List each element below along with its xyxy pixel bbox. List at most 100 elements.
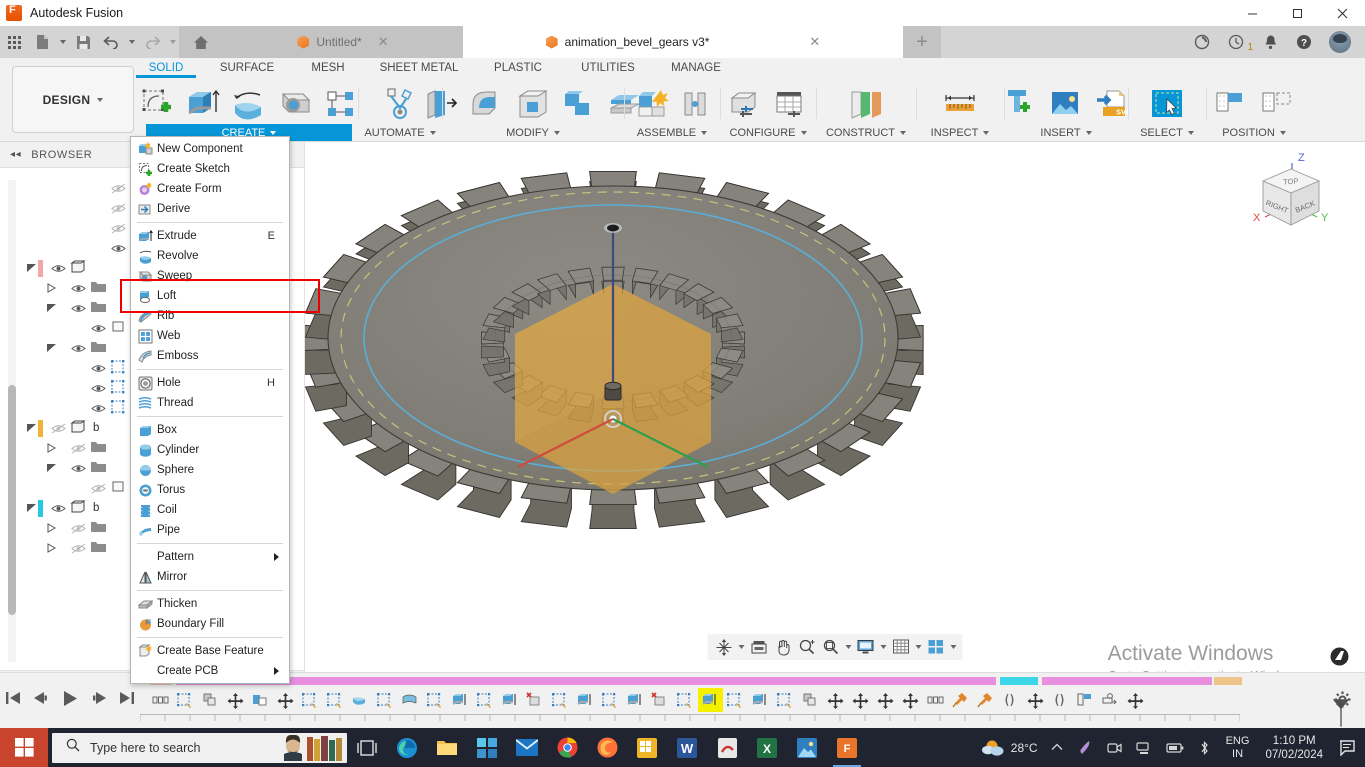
- timeline-feature[interactable]: [148, 688, 173, 712]
- timeline-feature[interactable]: [598, 688, 623, 712]
- menu-item-create-base-feature[interactable]: Create Base Feature: [131, 641, 289, 661]
- maximize-button[interactable]: [1275, 0, 1320, 26]
- timeline-feature[interactable]: [948, 688, 973, 712]
- insert-mcmaster-icon[interactable]: [999, 84, 1041, 124]
- save-icon[interactable]: [69, 26, 97, 58]
- weather-widget[interactable]: 28°C: [975, 738, 1044, 758]
- chrome-icon[interactable]: [547, 728, 587, 767]
- browser-scrollbar[interactable]: [8, 180, 16, 662]
- menu-item-create-sketch[interactable]: Create Sketch: [131, 159, 289, 179]
- firefox-icon[interactable]: [587, 728, 627, 767]
- menu-item-sphere[interactable]: Sphere: [131, 460, 289, 480]
- visibility-toggle-off[interactable]: [66, 543, 90, 554]
- timeline-settings-gear-icon[interactable]: [1334, 691, 1351, 713]
- press-pull-icon[interactable]: [420, 84, 462, 124]
- zoom-icon[interactable]: [795, 635, 819, 659]
- menu-item-box[interactable]: Box: [131, 420, 289, 440]
- sweep-icon[interactable]: [274, 84, 316, 124]
- menu-item-coil[interactable]: Coil: [131, 500, 289, 520]
- menu-item-extrude[interactable]: Extrude E: [131, 226, 289, 246]
- timeline-feature[interactable]: [748, 688, 773, 712]
- expander-down-icon[interactable]: [44, 463, 58, 473]
- menu-item-emboss[interactable]: Emboss: [131, 346, 289, 366]
- grid-snap-dropdown-caret[interactable]: [913, 645, 924, 649]
- expander-down-icon[interactable]: [24, 503, 38, 513]
- timeline-feature[interactable]: [698, 688, 723, 712]
- timeline-feature[interactable]: [623, 688, 648, 712]
- task-view-icon[interactable]: [347, 728, 387, 767]
- redo-icon[interactable]: [138, 26, 166, 58]
- language-indicator[interactable]: ENG IN: [1218, 735, 1258, 761]
- menu-item-pattern[interactable]: Pattern: [131, 547, 289, 567]
- edge-browser-icon[interactable]: [387, 728, 427, 767]
- visibility-toggle-on[interactable]: [66, 283, 90, 294]
- ribbon-group-insert-label[interactable]: INSERT: [1040, 124, 1092, 141]
- fillet-icon[interactable]: [466, 84, 508, 124]
- go-to-start-button[interactable]: [5, 691, 21, 710]
- timeline-feature[interactable]: [523, 688, 548, 712]
- menu-item-new-component[interactable]: New Component: [131, 139, 289, 159]
- ribbon-group-automate-label[interactable]: AUTOMATE: [364, 124, 436, 141]
- expander-down-icon[interactable]: [24, 423, 38, 433]
- orbit-icon[interactable]: [712, 635, 736, 659]
- timeline-track[interactable]: [140, 673, 1365, 728]
- minimize-button[interactable]: [1230, 0, 1275, 26]
- timeline-feature[interactable]: [1073, 688, 1098, 712]
- new-file-dropdown-caret[interactable]: [56, 26, 69, 58]
- visibility-toggle-off[interactable]: [46, 423, 70, 434]
- recent-activity-icon[interactable]: 1: [1219, 34, 1253, 53]
- windows-start-button[interactable]: [0, 728, 48, 767]
- fusion-icon[interactable]: F: [827, 728, 867, 767]
- redo-dropdown-caret[interactable]: [166, 26, 179, 58]
- timeline-feature[interactable]: [248, 688, 273, 712]
- visibility-toggle-on[interactable]: [86, 363, 110, 374]
- position-revert-icon[interactable]: [1256, 84, 1298, 124]
- timeline-feature[interactable]: [798, 688, 823, 712]
- timeline-feature[interactable]: [273, 688, 298, 712]
- revolve-icon[interactable]: [228, 84, 270, 124]
- timeline-feature[interactable]: [773, 688, 798, 712]
- menu-item-thicken[interactable]: Thicken: [131, 594, 289, 614]
- pdf-icon[interactable]: [707, 728, 747, 767]
- visibility-toggle-off[interactable]: [66, 443, 90, 454]
- workspace-selector[interactable]: DESIGN: [12, 66, 134, 133]
- show-hidden-icons-icon[interactable]: [1044, 743, 1070, 752]
- bluetooth-icon[interactable]: [1191, 740, 1218, 756]
- visibility-toggle-off[interactable]: [106, 183, 130, 194]
- new-document-tab-button[interactable]: +: [903, 26, 941, 58]
- document-tab-animation-bevel-gears[interactable]: animation_bevel_gears v3* ✕: [463, 26, 903, 58]
- timeline-feature[interactable]: [548, 688, 573, 712]
- menu-item-revolve[interactable]: Revolve: [131, 246, 289, 266]
- photos-icon[interactable]: [787, 728, 827, 767]
- insert-svg-icon[interactable]: SVG: [1091, 84, 1133, 124]
- visibility-toggle-on[interactable]: [46, 263, 70, 274]
- zoom-window-dropdown-caret[interactable]: [843, 645, 854, 649]
- visibility-toggle-off[interactable]: [106, 203, 130, 214]
- pattern-icon[interactable]: [320, 84, 362, 124]
- menu-item-torus[interactable]: Torus: [131, 480, 289, 500]
- step-forward-button[interactable]: [90, 691, 108, 710]
- timeline-feature[interactable]: [1023, 688, 1048, 712]
- document-tab-untitled[interactable]: Untitled* ✕: [223, 26, 463, 58]
- job-status-icon[interactable]: [1185, 34, 1219, 50]
- automate-icon[interactable]: [379, 84, 421, 124]
- autodesk-overlay-icon[interactable]: [1330, 647, 1349, 671]
- expander-down-icon[interactable]: [24, 263, 38, 273]
- network-icon[interactable]: [1129, 741, 1159, 755]
- timeline-feature[interactable]: [498, 688, 523, 712]
- look-at-icon[interactable]: [747, 635, 771, 659]
- pan-icon[interactable]: [771, 635, 795, 659]
- ribbon-group-position-label[interactable]: POSITION: [1222, 124, 1286, 141]
- expander-down-icon[interactable]: [44, 343, 58, 353]
- menu-item-thread[interactable]: Thread: [131, 393, 289, 413]
- timeline-feature[interactable]: [723, 688, 748, 712]
- timeline-feature[interactable]: [373, 688, 398, 712]
- viewports-dropdown-caret[interactable]: [948, 645, 959, 649]
- ribbon-group-assemble-label[interactable]: ASSEMBLE: [637, 124, 708, 141]
- timeline-feature[interactable]: [823, 688, 848, 712]
- joint-icon[interactable]: [678, 84, 712, 124]
- timeline-feature[interactable]: [298, 688, 323, 712]
- mail-icon[interactable]: [507, 728, 547, 767]
- timeline-feature[interactable]: [348, 688, 373, 712]
- insert-image-icon[interactable]: [1045, 84, 1087, 124]
